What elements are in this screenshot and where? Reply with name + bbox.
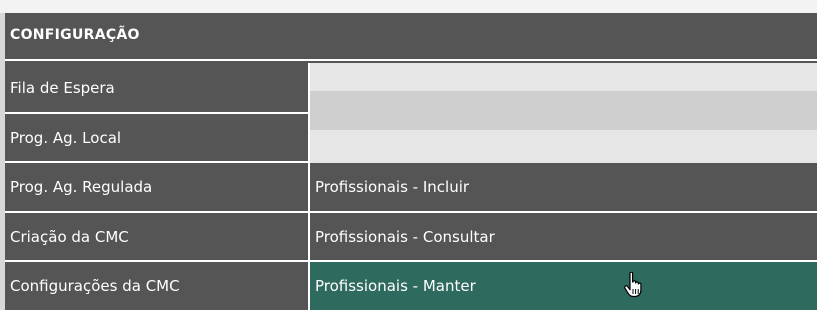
submenu-column: Profissionais - Incluir Profissionais - … [310, 63, 817, 310]
submenu-item-profissionais-consultar[interactable]: Profissionais - Consultar [310, 213, 817, 262]
empty-row-band [310, 63, 817, 91]
menu-column: Fila de Espera Prog. Ag. Local Prog. Ag.… [5, 63, 308, 310]
submenu-item-label: Profissionais - Manter [315, 277, 476, 295]
configuration-menu-panel: CONFIGURAÇÃO Fila de Espera Prog. Ag. Lo… [5, 13, 817, 310]
submenu-item-label: Profissionais - Incluir [315, 178, 470, 196]
submenu-item-profissionais-manter[interactable]: Profissionais - Manter [310, 262, 817, 310]
menu-header: CONFIGURAÇÃO [5, 13, 817, 61]
menu-item-label: Prog. Ag. Local [10, 128, 122, 147]
menu-title: CONFIGURAÇÃO [10, 27, 140, 43]
empty-row-band [310, 91, 817, 130]
submenu-item-profissionais-incluir[interactable]: Profissionais - Incluir [310, 163, 817, 213]
menu-item-label: Criação da CMC [10, 227, 129, 246]
menu-item-label: Configurações da CMC [10, 277, 180, 295]
menu-item-prog-ag-regulada[interactable]: Prog. Ag. Regulada [5, 163, 308, 213]
submenu-item-label: Profissionais - Consultar [315, 227, 495, 246]
menu-item-configuracoes-da-cmc[interactable]: Configurações da CMC [5, 262, 308, 310]
menu-item-fila-de-espera[interactable]: Fila de Espera [5, 63, 308, 114]
empty-row-band [310, 130, 817, 163]
menu-item-label: Fila de Espera [10, 78, 115, 97]
menu-item-prog-ag-local[interactable]: Prog. Ag. Local [5, 114, 308, 163]
hand-pointer-icon [624, 272, 642, 298]
menu-item-label: Prog. Ag. Regulada [10, 178, 153, 196]
menu-item-criacao-da-cmc[interactable]: Criação da CMC [5, 213, 308, 262]
